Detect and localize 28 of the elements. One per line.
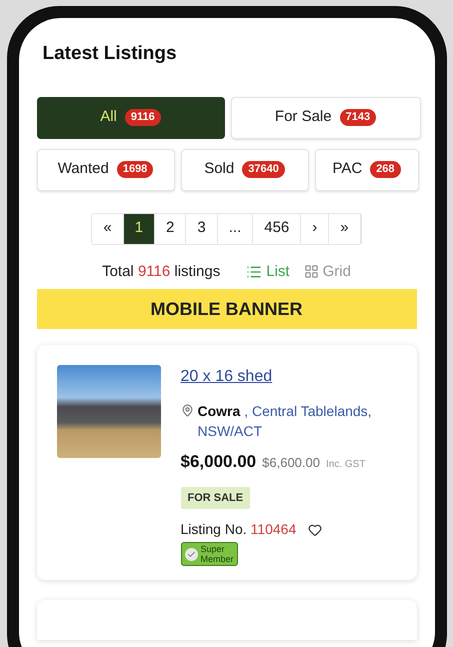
favorite-heart-icon[interactable] bbox=[308, 522, 322, 536]
count-badge: 9116 bbox=[124, 109, 161, 126]
status-tag: FOR SALE bbox=[180, 486, 250, 509]
price-with-gst: $6,600.00 bbox=[262, 454, 320, 472]
filter-tab[interactable]: PAC 268 bbox=[314, 148, 418, 190]
listing-title-link[interactable]: 20 x 16 shed bbox=[180, 365, 396, 389]
page-button[interactable]: « bbox=[92, 214, 124, 244]
listing-location: Cowra , Central Tablelands, NSW/ACT bbox=[198, 402, 373, 441]
filter-tab[interactable]: Sold 37640 bbox=[180, 148, 308, 190]
grid-icon bbox=[304, 264, 319, 280]
filter-tab[interactable]: For Sale 7143 bbox=[230, 96, 420, 138]
check-icon bbox=[184, 548, 198, 560]
count-badge: 1698 bbox=[116, 161, 154, 178]
gst-label: Inc. GST bbox=[326, 458, 366, 472]
count-badge: 7143 bbox=[340, 109, 376, 126]
location-pin-icon bbox=[180, 404, 194, 417]
badge-label: Super Member bbox=[200, 544, 234, 564]
list-icon bbox=[246, 264, 262, 280]
filter-tab[interactable]: All 9116 bbox=[36, 96, 224, 138]
total-listings: Total 9116 listings bbox=[102, 262, 220, 282]
listing-price: $6,000.00 bbox=[180, 451, 256, 473]
page-button[interactable]: 1 bbox=[124, 214, 156, 244]
mobile-banner: MOBILE BANNER bbox=[36, 289, 416, 329]
count-badge: 268 bbox=[370, 161, 401, 178]
filter-tab[interactable]: Wanted 1698 bbox=[36, 148, 174, 190]
section-heading: Latest Listings bbox=[42, 42, 178, 66]
listing-number: Listing No. 110464 bbox=[180, 520, 296, 539]
count-badge: 37640 bbox=[242, 161, 285, 178]
